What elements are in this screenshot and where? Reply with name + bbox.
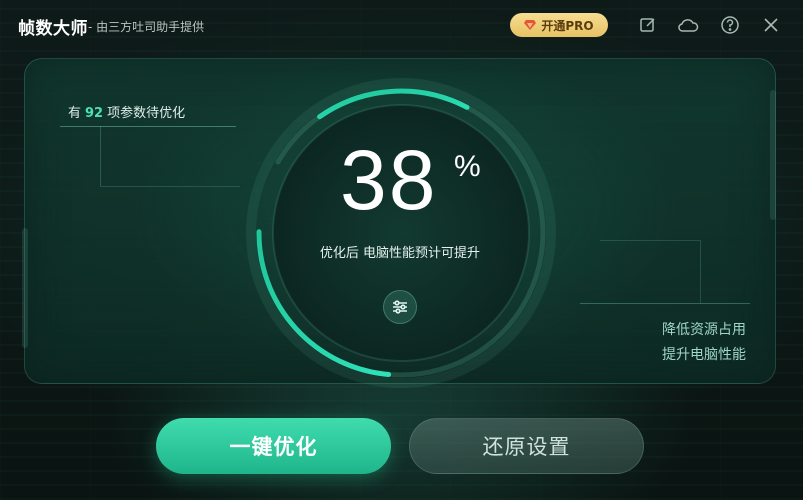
decorative-bar-right bbox=[770, 90, 776, 220]
benefit-line-2: 提升电脑性能 bbox=[662, 347, 746, 363]
help-icon[interactable] bbox=[719, 14, 741, 36]
params-suffix: 项参数待优化 bbox=[107, 106, 186, 121]
sliders-icon bbox=[393, 300, 407, 314]
one-click-optimize-button[interactable]: 一键优化 bbox=[156, 418, 391, 474]
connector-line bbox=[100, 186, 240, 187]
params-prefix: 有 bbox=[68, 106, 82, 121]
gauge-caption: 优化后 电脑性能预计可提升 bbox=[319, 246, 481, 261]
app-title: 帧数大师 bbox=[18, 19, 88, 39]
percent-sign: % bbox=[454, 150, 481, 183]
edit-icon[interactable] bbox=[637, 14, 659, 36]
connector-line bbox=[600, 240, 700, 241]
diamond-icon bbox=[524, 20, 537, 30]
close-icon[interactable] bbox=[760, 14, 782, 36]
cloud-icon[interactable] bbox=[677, 14, 699, 36]
connector-line bbox=[100, 126, 101, 186]
title-bar: 帧数大师 - 由三方吐司助手提供 开通PRO bbox=[0, 0, 803, 52]
params-pending-text: 有 92 项参数待优化 bbox=[68, 102, 185, 121]
upgrade-pro-label: 开通PRO bbox=[541, 18, 594, 33]
app-subtitle: - 由三方吐司助手提供 bbox=[88, 20, 205, 34]
connector-line bbox=[700, 240, 701, 303]
optimize-percent: 38 bbox=[340, 133, 438, 227]
connector-line bbox=[580, 303, 750, 304]
benefit-line-1: 降低资源占用 bbox=[662, 322, 746, 338]
connector-line bbox=[60, 126, 236, 127]
upgrade-pro-button[interactable]: 开通PRO bbox=[510, 13, 608, 37]
progress-gauge bbox=[246, 78, 556, 388]
benefit-note: 降低资源占用 提升电脑性能 bbox=[600, 318, 746, 368]
settings-sliders-button[interactable] bbox=[383, 290, 417, 324]
params-count: 92 bbox=[85, 106, 104, 121]
decorative-bar-left bbox=[22, 228, 28, 348]
restore-settings-button[interactable]: 还原设置 bbox=[409, 418, 644, 474]
app-window: 帧数大师 - 由三方吐司助手提供 开通PRO 有 92 项参数待优化 降低资源占… bbox=[0, 0, 803, 500]
